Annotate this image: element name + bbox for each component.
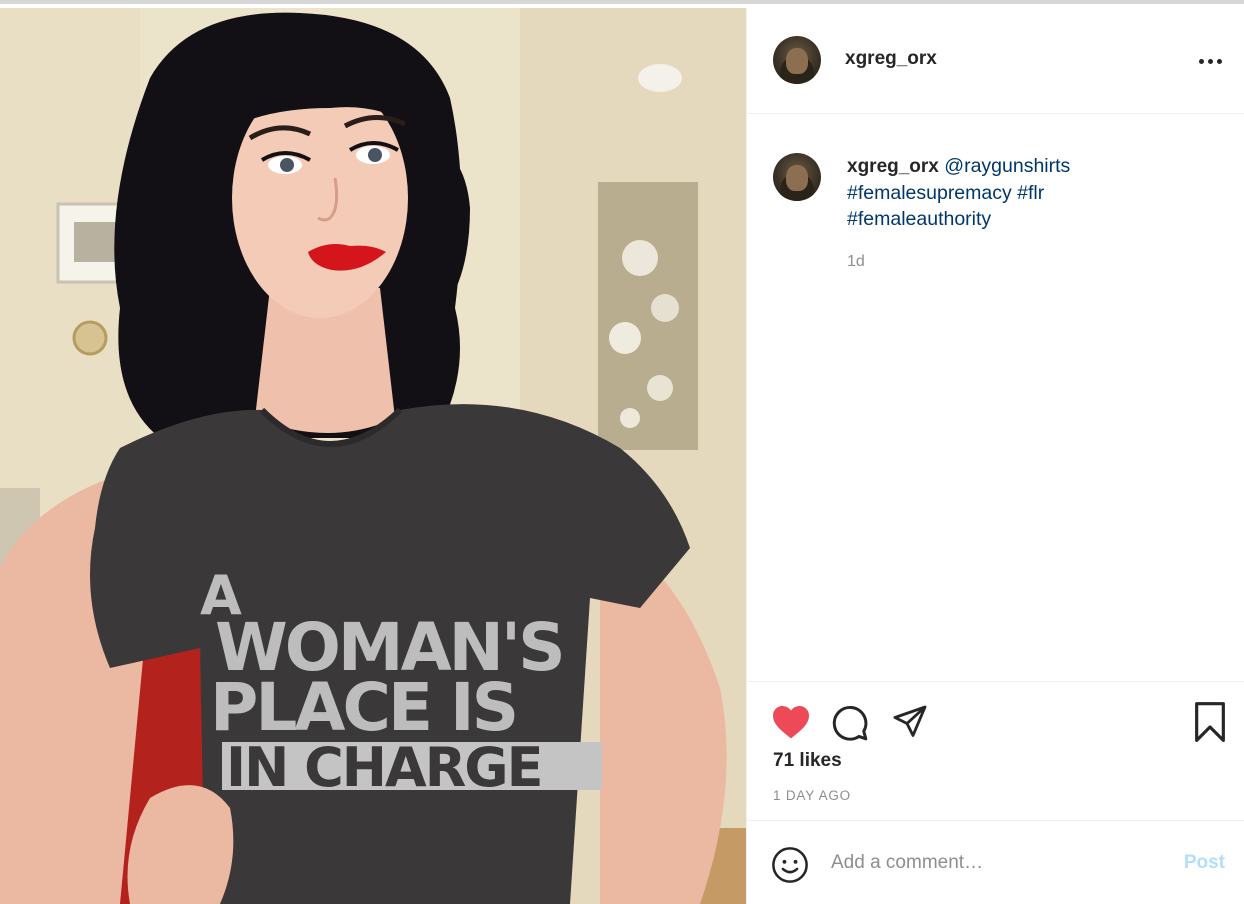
heart-icon[interactable] bbox=[771, 704, 811, 740]
post-date[interactable]: 1 DAY AGO bbox=[773, 788, 851, 803]
post-side-panel: xgreg_orx xgreg_orx @raygunshirts #femal… bbox=[746, 8, 1244, 904]
post-header: xgreg_orx bbox=[747, 8, 1244, 114]
post-comment-button[interactable]: Post bbox=[1184, 852, 1225, 874]
photo-illustration: A WOMAN'S PLACE IS IN CHARGE bbox=[0, 8, 746, 904]
comment-icon[interactable] bbox=[831, 704, 869, 742]
caption-mention[interactable]: @raygunshirts bbox=[944, 155, 1070, 177]
comment-box: Post bbox=[747, 822, 1244, 904]
hashtag-link[interactable]: #femaleauthority bbox=[847, 208, 991, 230]
caption-avatar[interactable] bbox=[773, 153, 821, 201]
caption-time[interactable]: 1d bbox=[847, 253, 865, 271]
caption-text: xgreg_orx @raygunshirts #femalesupremacy… bbox=[847, 153, 1227, 232]
hashtag-link[interactable]: #flr bbox=[1017, 182, 1044, 204]
hashtag-link[interactable]: #femalesupremacy bbox=[847, 182, 1012, 204]
comment-input[interactable] bbox=[831, 846, 1151, 880]
share-icon[interactable] bbox=[891, 704, 929, 740]
profile-avatar[interactable] bbox=[773, 36, 821, 84]
caption-username[interactable]: xgreg_orx bbox=[847, 156, 939, 177]
shirt-text-line-4: IN CHARGE bbox=[226, 736, 542, 799]
post-photo[interactable]: A WOMAN'S PLACE IS IN CHARGE bbox=[0, 8, 746, 904]
post-dialog: A WOMAN'S PLACE IS IN CHARGE xgreg_orx x… bbox=[0, 0, 1244, 904]
emoji-icon[interactable] bbox=[771, 846, 809, 884]
post-actions: 71 likes 1 DAY AGO bbox=[747, 681, 1244, 821]
more-options-icon[interactable] bbox=[1199, 58, 1225, 66]
likes-count[interactable]: 71 likes bbox=[773, 750, 842, 772]
bookmark-icon[interactable] bbox=[1193, 702, 1227, 742]
header-username[interactable]: xgreg_orx bbox=[845, 48, 937, 70]
shirt-text-line-3: PLACE IS bbox=[210, 669, 516, 746]
